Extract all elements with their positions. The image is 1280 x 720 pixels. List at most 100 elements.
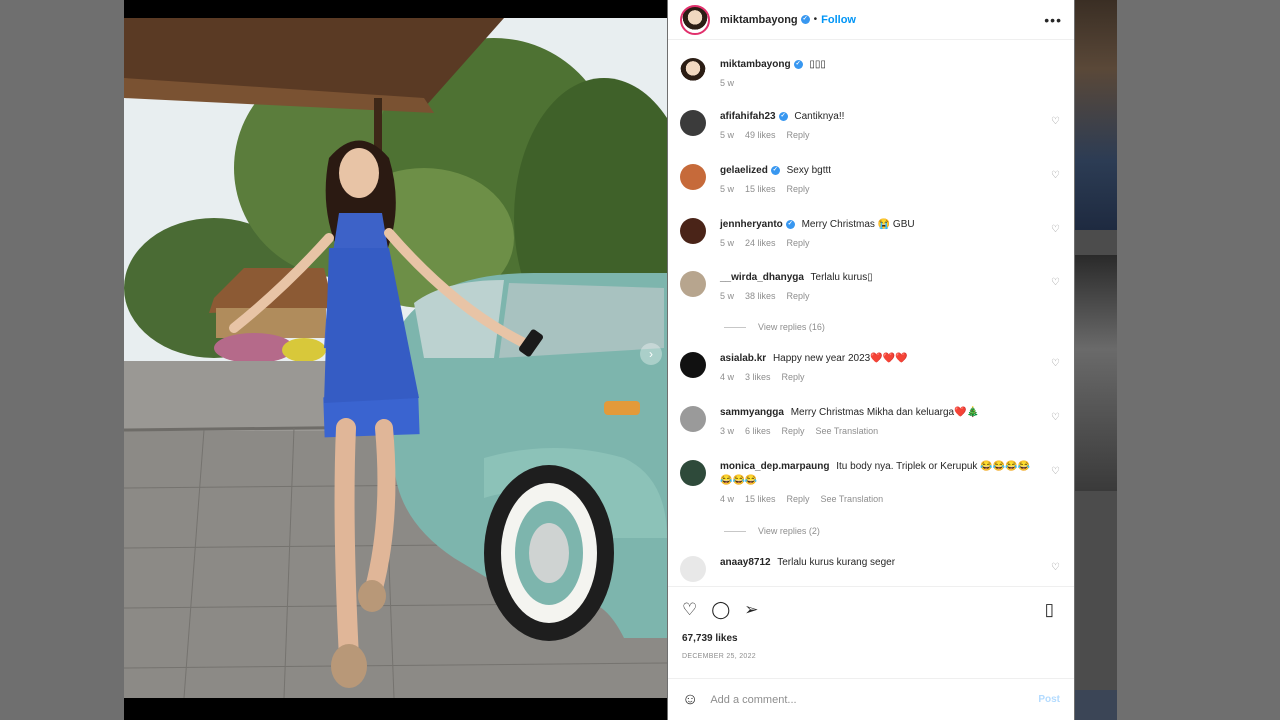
- commenter-avatar[interactable]: [680, 406, 706, 432]
- comment-likes[interactable]: 15 likes: [745, 494, 776, 504]
- comment-likes[interactable]: 24 likes: [745, 238, 776, 248]
- see-translation-button[interactable]: See Translation: [821, 494, 884, 504]
- post-photo: [124, 18, 667, 698]
- caption-text: ▯▯▯: [809, 59, 826, 70]
- comment-text: Merry Christmas 😭 GBU: [801, 219, 915, 230]
- comment-like-heart-icon[interactable]: ♡: [1051, 562, 1060, 573]
- background-post-thumbnail: [1075, 690, 1117, 720]
- commenter-avatar[interactable]: [680, 460, 706, 486]
- commenter-avatar[interactable]: [680, 110, 706, 136]
- comment-likes[interactable]: 49 likes: [745, 130, 776, 140]
- view-replies-label[interactable]: View replies (16): [758, 322, 825, 332]
- background-post-thumbnail: [1075, 255, 1117, 491]
- commenter-avatar[interactable]: [680, 352, 706, 378]
- comment-like-heart-icon[interactable]: ♡: [1051, 358, 1060, 369]
- emoji-icon[interactable]: ☺: [682, 691, 698, 709]
- more-options-icon[interactable]: •••: [1044, 12, 1062, 28]
- caption-time: 5 w: [720, 78, 735, 88]
- comment-like-heart-icon[interactable]: ♡: [1051, 224, 1060, 235]
- comment-text: Sexy bgttt: [786, 165, 832, 176]
- see-translation-button[interactable]: See Translation: [816, 426, 879, 436]
- comment-time: 5 w: [720, 130, 735, 140]
- view-replies-button[interactable]: View replies (16): [724, 322, 825, 332]
- reply-button[interactable]: Reply: [787, 130, 810, 140]
- post-date: DECEMBER 25, 2022: [682, 653, 756, 660]
- commenter-username-text[interactable]: gelaelized: [720, 165, 768, 176]
- commenter-username[interactable]: asialab.kr: [720, 353, 766, 364]
- view-replies-button[interactable]: View replies (2): [724, 526, 820, 536]
- carousel-next-button[interactable]: ›: [640, 343, 662, 365]
- comment-time: 4 w: [720, 494, 735, 504]
- commenter-username-text[interactable]: jennheryanto: [720, 219, 783, 230]
- author-username[interactable]: miktambayong ✓: [720, 14, 810, 26]
- commenter-username[interactable]: sammyangga: [720, 407, 784, 418]
- author-username-text[interactable]: miktambayong: [720, 14, 798, 26]
- commenter-avatar[interactable]: [680, 556, 706, 582]
- comments-list[interactable]: miktambayong ✓ ▯▯▯ 5 w afifahifah23 ✓ Cant…: [668, 50, 1074, 585]
- separator-dot: •: [813, 14, 818, 25]
- comment-item: asialab.kr Happy new year 2023❤️❤️❤️ 4 w…: [680, 352, 1072, 384]
- comment-likes[interactable]: 38 likes: [745, 291, 776, 301]
- comment-like-heart-icon[interactable]: ♡: [1051, 412, 1060, 423]
- replies-divider: [724, 530, 746, 532]
- comment-like-heart-icon[interactable]: ♡: [1051, 466, 1060, 477]
- comment-text: Terlalu kurus▯: [810, 272, 873, 283]
- comment-text: Merry Christmas Mikha dan keluarga❤️🎄: [790, 407, 979, 418]
- commenter-username[interactable]: afifahifah23 ✓: [720, 111, 788, 122]
- caption-meta: 5 w: [720, 76, 1040, 90]
- verified-badge-icon: ✓: [778, 111, 788, 121]
- comment-like-heart-icon[interactable]: ♡: [1051, 116, 1060, 127]
- commenter-avatar[interactable]: [680, 271, 706, 297]
- caption-username-text[interactable]: miktambayong: [720, 59, 791, 70]
- reply-button[interactable]: Reply: [782, 372, 805, 382]
- comment-likes[interactable]: 6 likes: [745, 426, 771, 436]
- likes-count[interactable]: 67,739 likes: [668, 621, 1074, 644]
- verified-badge-icon: ✓: [785, 219, 795, 229]
- reply-button[interactable]: Reply: [787, 238, 810, 248]
- bookmark-icon[interactable]: ▯: [1045, 600, 1054, 620]
- reply-button[interactable]: Reply: [787, 184, 810, 194]
- comment-icon[interactable]: ◯: [711, 600, 730, 620]
- commenter-username[interactable]: anaay8712: [720, 557, 771, 568]
- post-comment-button[interactable]: Post: [1038, 694, 1060, 705]
- post-header: miktambayong ✓ • Follow •••: [668, 0, 1074, 40]
- comment-like-heart-icon[interactable]: ♡: [1051, 170, 1060, 181]
- post-media: ›: [124, 0, 667, 720]
- post-actions: ♡ ◯ ➢ ▯ 67,739 likes DECEMBER 25, 2022: [668, 586, 1074, 660]
- comment-like-heart-icon[interactable]: ♡: [1051, 277, 1060, 288]
- caption-avatar[interactable]: [680, 58, 706, 84]
- caption-username[interactable]: miktambayong ✓: [720, 59, 803, 70]
- comment-text: Terlalu kurus kurang seger: [777, 557, 896, 568]
- follow-button[interactable]: Follow: [821, 14, 856, 26]
- commenter-username-text[interactable]: afifahifah23: [720, 111, 776, 122]
- comment-time: 5 w: [720, 184, 735, 194]
- verified-badge-icon: ✓: [770, 165, 780, 175]
- comment-time: 3 w: [720, 426, 735, 436]
- commenter-username[interactable]: __wirda_dhanyga: [720, 272, 804, 283]
- comment-input[interactable]: [710, 693, 1039, 706]
- commenter-username[interactable]: monica_dep.marpaung: [720, 461, 829, 472]
- reply-button[interactable]: Reply: [787, 494, 810, 504]
- comment-item: monica_dep.marpaung Itu body nya. Triple…: [680, 460, 1072, 506]
- author-avatar[interactable]: [680, 4, 710, 35]
- comment-likes[interactable]: 15 likes: [745, 184, 776, 194]
- comment-likes[interactable]: 3 likes: [745, 372, 771, 382]
- reply-button[interactable]: Reply: [787, 291, 810, 301]
- comment-time: 5 w: [720, 291, 735, 301]
- view-replies-label[interactable]: View replies (2): [758, 526, 820, 536]
- comment-text: Cantiknya!!: [794, 111, 845, 122]
- background-post-thumbnail: [1075, 0, 1117, 230]
- verified-badge-icon: ✓: [793, 59, 803, 69]
- commenter-avatar[interactable]: [680, 218, 706, 244]
- share-icon[interactable]: ➢: [744, 600, 758, 620]
- replies-divider: [724, 326, 746, 328]
- comment-item: afifahifah23 ✓ Cantiknya!! 5 w 49 likes Rep…: [680, 110, 1072, 142]
- commenter-username[interactable]: jennheryanto ✓: [720, 219, 795, 230]
- commenter-username[interactable]: gelaelized ✓: [720, 165, 780, 176]
- reply-button[interactable]: Reply: [782, 426, 805, 436]
- comment-item: anaay8712 Terlalu kurus kurang seger ♡: [680, 556, 1072, 582]
- comment-item: gelaelized ✓ Sexy bgttt 5 w 15 likes Reply …: [680, 164, 1072, 196]
- heart-icon[interactable]: ♡: [682, 600, 697, 620]
- comment-item: sammyangga Merry Christmas Mikha dan kel…: [680, 406, 1072, 438]
- commenter-avatar[interactable]: [680, 164, 706, 190]
